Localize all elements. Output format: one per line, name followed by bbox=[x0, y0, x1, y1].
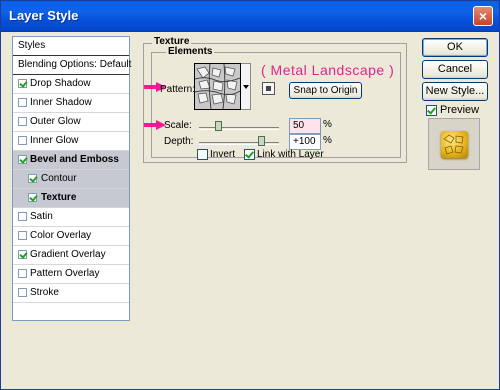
inner-glow-label: Inner Glow bbox=[30, 135, 79, 146]
style-preview-panel bbox=[428, 118, 480, 170]
styles-list-item-texture[interactable]: Texture bbox=[13, 189, 129, 208]
preview-checkbox[interactable] bbox=[426, 105, 437, 116]
scale-slider-thumb[interactable] bbox=[215, 121, 222, 131]
pattern-name-annotation: ( Metal Landscape ) bbox=[261, 62, 395, 78]
styles-list-item-drop-shadow[interactable]: Drop Shadow bbox=[13, 75, 129, 94]
dialog-client-area: Styles Blending Options: Default Drop Sh… bbox=[4, 32, 496, 386]
preview-label: Preview bbox=[440, 104, 480, 116]
new-preset-icon[interactable] bbox=[262, 82, 275, 95]
scale-pointer-arrow-icon bbox=[144, 120, 166, 130]
styles-list-item-color-overlay[interactable]: Color Overlay bbox=[13, 227, 129, 246]
styles-list-item-outer-glow[interactable]: Outer Glow bbox=[13, 113, 129, 132]
pattern-overlay-label: Pattern Overlay bbox=[30, 268, 100, 279]
styles-list-item-pattern-overlay[interactable]: Pattern Overlay bbox=[13, 265, 129, 284]
scale-slider-track[interactable] bbox=[199, 127, 279, 130]
gradient-overlay-checkbox[interactable] bbox=[18, 250, 27, 259]
texture-checkbox[interactable] bbox=[28, 193, 37, 202]
gradient-overlay-label: Gradient Overlay bbox=[30, 249, 106, 260]
contour-label: Contour bbox=[41, 173, 77, 184]
gold-texture-preview-icon bbox=[441, 131, 468, 158]
styles-list-item-styles[interactable]: Styles bbox=[13, 37, 129, 56]
cancel-button[interactable]: Cancel bbox=[422, 60, 488, 79]
metal-landscape-pattern-icon bbox=[195, 64, 240, 109]
styles-list-item-stroke[interactable]: Stroke bbox=[13, 284, 129, 303]
styles-list-item-satin[interactable]: Satin bbox=[13, 208, 129, 227]
new-style-button[interactable]: New Style... bbox=[422, 82, 488, 101]
link-with-layer-checkbox[interactable] bbox=[244, 149, 255, 160]
stroke-checkbox[interactable] bbox=[18, 288, 27, 297]
drop-shadow-checkbox[interactable] bbox=[18, 79, 27, 88]
scale-label: Scale: bbox=[164, 120, 192, 131]
satin-label: Satin bbox=[30, 211, 53, 222]
invert-checkbox[interactable] bbox=[197, 149, 208, 160]
ok-button[interactable]: OK bbox=[422, 38, 488, 57]
styles-list-item-inner-shadow[interactable]: Inner Shadow bbox=[13, 94, 129, 113]
bevel-and-emboss-checkbox[interactable] bbox=[18, 155, 27, 164]
depth-slider-thumb[interactable] bbox=[258, 136, 265, 146]
title-bar[interactable]: Layer Style × bbox=[1, 1, 499, 32]
depth-slider-track[interactable] bbox=[199, 142, 279, 145]
pattern-overlay-checkbox[interactable] bbox=[18, 269, 27, 278]
outer-glow-label: Outer Glow bbox=[30, 116, 81, 127]
window-title: Layer Style bbox=[9, 8, 79, 23]
outer-glow-checkbox[interactable] bbox=[18, 117, 27, 126]
stroke-label: Stroke bbox=[30, 287, 59, 298]
depth-input[interactable]: +100 bbox=[289, 134, 321, 150]
inner-glow-checkbox[interactable] bbox=[18, 136, 27, 145]
blending-options-label: Blending Options: Default bbox=[18, 59, 132, 70]
drop-shadow-label: Drop Shadow bbox=[30, 78, 91, 89]
snap-to-origin-button[interactable]: Snap to Origin bbox=[289, 82, 362, 99]
close-button[interactable]: × bbox=[473, 6, 493, 26]
depth-unit: % bbox=[323, 135, 332, 146]
texture-label: Texture bbox=[41, 192, 77, 203]
depth-label: Depth: bbox=[164, 136, 194, 147]
styles-list-item-contour[interactable]: Contour bbox=[13, 170, 129, 189]
styles-list-item-inner-glow[interactable]: Inner Glow bbox=[13, 132, 129, 151]
pattern-swatch[interactable] bbox=[194, 63, 241, 110]
pattern-dropdown-button[interactable] bbox=[241, 63, 251, 110]
styles-list-item-gradient-overlay[interactable]: Gradient Overlay bbox=[13, 246, 129, 265]
scale-unit: % bbox=[323, 119, 332, 130]
styles-header-label: Styles bbox=[18, 40, 46, 51]
styles-list-item-blending-options[interactable]: Blending Options: Default bbox=[13, 56, 132, 75]
bevel-and-emboss-label: Bevel and Emboss bbox=[30, 154, 119, 165]
color-overlay-checkbox[interactable] bbox=[18, 231, 27, 240]
pattern-label: Pattern: bbox=[160, 84, 196, 95]
layer-style-dialog: Layer Style × Styles Blending Options: D… bbox=[0, 0, 500, 390]
color-overlay-label: Color Overlay bbox=[30, 230, 92, 241]
styles-list-item-bevel-and-emboss[interactable]: Bevel and Emboss bbox=[13, 151, 129, 170]
link-with-layer-label: Link with Layer bbox=[257, 149, 324, 160]
invert-label: Invert bbox=[210, 149, 236, 160]
contour-checkbox[interactable] bbox=[28, 174, 37, 183]
satin-checkbox[interactable] bbox=[18, 212, 27, 221]
scale-input[interactable]: 50 bbox=[289, 118, 321, 134]
styles-list: Styles Blending Options: Default Drop Sh… bbox=[12, 36, 132, 321]
inner-shadow-label: Inner Shadow bbox=[30, 97, 92, 108]
inner-shadow-checkbox[interactable] bbox=[18, 98, 27, 107]
elements-group-label: Elements bbox=[166, 46, 215, 57]
